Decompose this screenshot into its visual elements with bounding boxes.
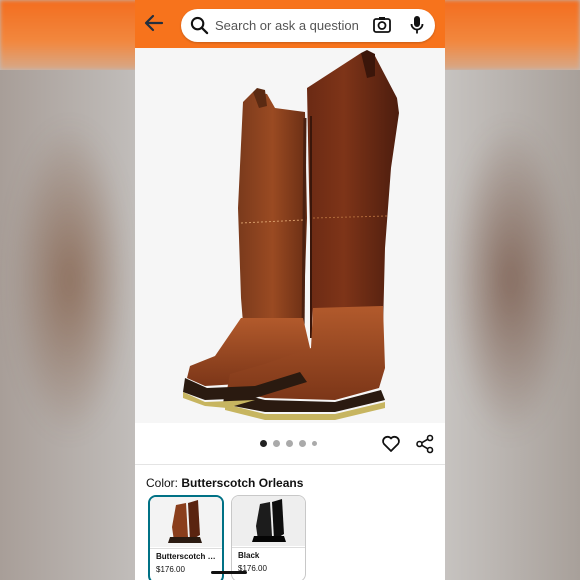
swatch-name: Butterscotch O... xyxy=(156,552,218,561)
swatch-name: Black xyxy=(238,551,260,560)
color-label: Color: Butterscotch Orleans xyxy=(146,476,303,490)
carousel-dot[interactable] xyxy=(286,440,293,447)
swatch-divider xyxy=(232,547,305,548)
search-input[interactable]: Search or ask a question xyxy=(215,18,359,33)
selected-color-name: Butterscotch Orleans xyxy=(181,476,304,490)
app-screen: Search or ask a question Color: Buttersc… xyxy=(135,0,445,580)
heart-icon[interactable] xyxy=(381,434,401,454)
color-swatch-black[interactable]: Black $176.00 xyxy=(231,495,306,580)
back-button[interactable] xyxy=(143,12,165,34)
carousel-dot[interactable] xyxy=(273,440,280,447)
carousel-dot[interactable] xyxy=(299,440,306,447)
microphone-icon[interactable] xyxy=(409,15,425,35)
carousel-dot-active[interactable] xyxy=(260,440,267,447)
swatch-thumbnail xyxy=(150,497,222,547)
search-bar[interactable]: Search or ask a question xyxy=(181,9,435,42)
home-indicator xyxy=(211,571,247,574)
section-divider xyxy=(135,464,445,465)
top-navigation-bar: Search or ask a question xyxy=(135,0,445,48)
blurred-background-right xyxy=(450,120,570,440)
boot-thumbnail xyxy=(252,499,286,542)
product-image xyxy=(183,50,399,420)
carousel-dot[interactable] xyxy=(312,441,317,446)
search-icon xyxy=(190,16,209,35)
swatch-price: $176.00 xyxy=(156,565,185,574)
blurred-background-left xyxy=(10,120,130,440)
boot-thumbnail xyxy=(168,500,202,543)
color-swatch-butterscotch[interactable]: Butterscotch O... $176.00 xyxy=(148,495,224,580)
camera-search-icon[interactable] xyxy=(372,15,392,35)
arrow-left-icon xyxy=(144,14,164,32)
swatch-thumbnail xyxy=(232,496,305,546)
swatch-divider xyxy=(150,548,222,549)
product-image-carousel[interactable] xyxy=(135,48,445,423)
share-icon[interactable] xyxy=(415,434,435,454)
color-label-prefix: Color: xyxy=(146,476,182,490)
